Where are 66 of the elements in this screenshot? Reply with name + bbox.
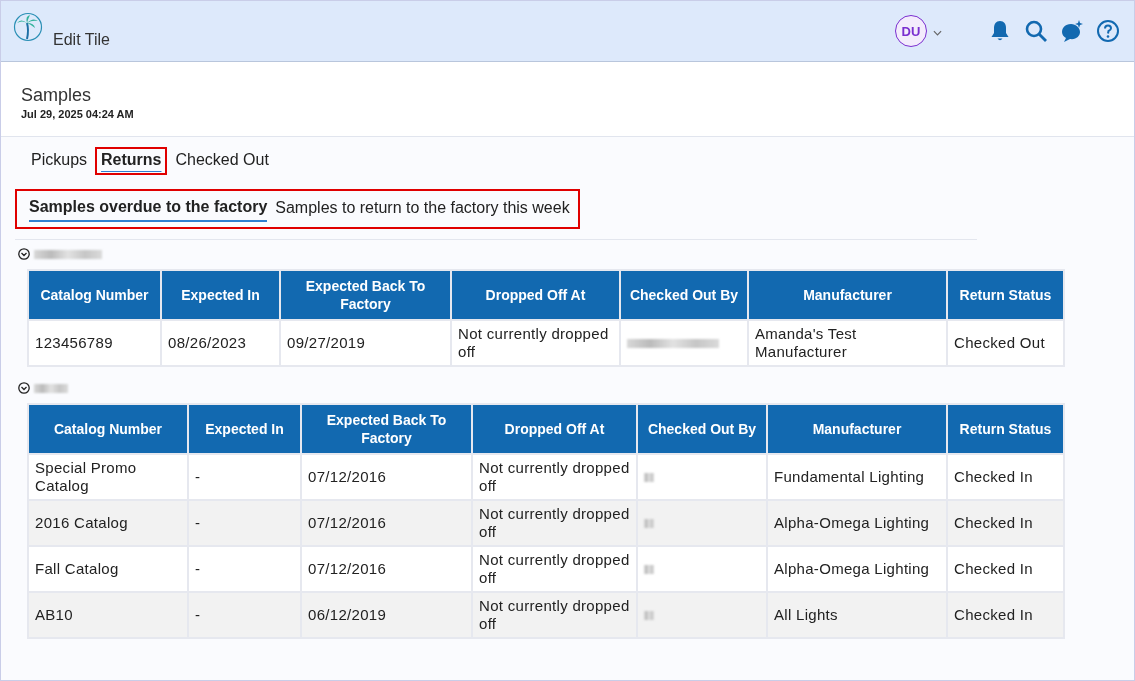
table-cell: Not currently dropped off xyxy=(479,459,630,494)
blurred-text xyxy=(644,473,654,482)
table-cell: 123456789 xyxy=(35,334,113,351)
table-cell: Not currently dropped off xyxy=(479,551,630,586)
column-header: Expected Back To Factory xyxy=(281,271,450,319)
collapse-icon[interactable] xyxy=(18,248,30,260)
column-header: Expected In xyxy=(162,271,279,319)
blurred-text xyxy=(644,565,654,574)
table-cell: - xyxy=(195,606,201,623)
tab[interactable]: Pickups xyxy=(25,147,94,175)
column-header: Manufacturer xyxy=(749,271,946,319)
timestamp: Jul 29, 2025 04:24 AM xyxy=(21,108,135,120)
table-cell: Checked In xyxy=(954,468,1033,485)
subtab[interactable]: Samples overdue to the factory xyxy=(29,196,268,222)
table-cell: Checked In xyxy=(954,514,1033,531)
blurred-text xyxy=(644,611,654,620)
column-header: Checked Out By xyxy=(621,271,747,319)
blurred-text xyxy=(34,383,68,393)
table-cell: Alpha-Omega Lighting xyxy=(774,560,930,577)
column-header: Return Status xyxy=(948,271,1063,319)
help-icon[interactable] xyxy=(1096,19,1120,43)
column-header: Catalog Number xyxy=(29,405,187,453)
tab[interactable]: Checked Out xyxy=(169,147,275,175)
column-header: Dropped Off At xyxy=(473,405,636,453)
caret-icon[interactable] xyxy=(933,30,942,36)
table-cell: 07/12/2016 xyxy=(308,468,387,485)
column-header: Manufacturer xyxy=(768,405,946,453)
table-cell: 08/26/2023 xyxy=(168,334,247,351)
blurred-text xyxy=(644,519,654,528)
column-header: Dropped Off At xyxy=(452,271,619,319)
column-header: Expected Back To Factory xyxy=(302,405,471,453)
page-title: Edit Tile xyxy=(53,31,110,49)
table-cell: Alpha-Omega Lighting xyxy=(774,514,930,531)
column-header: Return Status xyxy=(948,405,1063,453)
table-cell: - xyxy=(195,560,201,577)
section-title: Samples xyxy=(21,85,93,106)
table-cell: Checked In xyxy=(954,560,1033,577)
table-cell: 06/12/2019 xyxy=(308,606,387,623)
palm-tree-logo-icon xyxy=(13,12,43,42)
table-cell: Not currently dropped off xyxy=(479,505,630,540)
table-cell: 07/12/2016 xyxy=(308,514,387,531)
table-cell: Checked Out xyxy=(954,334,1045,351)
table-cell: AB10 xyxy=(35,606,73,623)
column-header: Catalog Number xyxy=(29,271,160,319)
collapse-icon[interactable] xyxy=(18,382,30,394)
table-cell: - xyxy=(195,468,201,485)
chat-sparkle-icon[interactable] xyxy=(1060,19,1084,43)
table-cell: 2016 Catalog xyxy=(35,514,128,531)
table-cell: - xyxy=(195,514,201,531)
table-cell: 09/27/2019 xyxy=(287,334,366,351)
table-cell: 07/12/2016 xyxy=(308,560,387,577)
table-cell: Not currently dropped off xyxy=(479,597,630,632)
table-cell: Amanda's Test Manufacturer xyxy=(755,325,857,360)
user-avatar[interactable]: DU xyxy=(895,15,927,47)
table-cell: Checked In xyxy=(954,606,1033,623)
subtab[interactable]: Samples to return to the factory this week xyxy=(275,196,570,222)
table-cell: Special Promo Catalog xyxy=(35,459,137,494)
table-cell: Fundamental Lighting xyxy=(774,468,925,485)
tab[interactable]: Returns xyxy=(95,147,168,175)
search-icon[interactable] xyxy=(1024,19,1048,43)
table-cell: Not currently dropped off xyxy=(458,325,609,360)
column-header: Checked Out By xyxy=(638,405,766,453)
table-cell: All Lights xyxy=(774,606,838,623)
column-header: Expected In xyxy=(189,405,300,453)
blurred-text xyxy=(34,249,102,259)
table-cell: Fall Catalog xyxy=(35,560,119,577)
